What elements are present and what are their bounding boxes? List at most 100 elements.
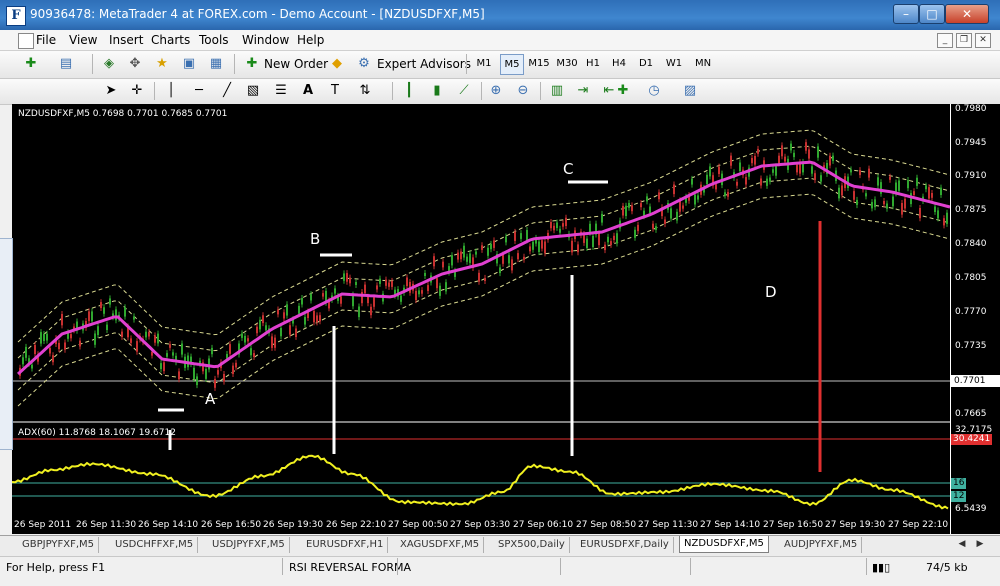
minimize-button[interactable]: – [893, 4, 919, 24]
tab-gbpjpyfxf-m5[interactable]: GBPJPYFXF,M5 [18, 537, 100, 553]
mdi-restore-icon[interactable]: ❐ [956, 33, 972, 48]
candle-body [931, 193, 933, 198]
candle-body [652, 223, 654, 229]
candle-body [166, 353, 168, 357]
line-chart-icon[interactable]: ⟋ [455, 82, 473, 100]
terminal-icon[interactable]: ▣ [180, 55, 198, 73]
vertical-line-icon[interactable]: │ [162, 82, 180, 100]
new-order-icon[interactable]: ✚ [243, 55, 261, 73]
close-button[interactable]: ✕ [945, 4, 989, 24]
candle-body [715, 184, 717, 190]
tab-scroll-left-icon[interactable]: ◀ [956, 537, 968, 551]
menu-file[interactable]: File [36, 33, 56, 47]
equidistant-channel-icon[interactable]: ▧ [244, 82, 262, 100]
annotation-b: B [310, 230, 321, 248]
candle-body [892, 196, 894, 207]
auto-scroll-icon[interactable]: ⇥ [574, 82, 592, 100]
fibonacci-icon[interactable]: ☰ [272, 82, 290, 100]
market-watch-icon[interactable]: ◈ [100, 55, 118, 73]
timeframe-h1[interactable]: H1 [584, 54, 602, 73]
connection-icon: ▮▮▯ [872, 561, 891, 574]
menu-insert[interactable]: Insert [109, 33, 143, 47]
templates-icon[interactable]: ▨ [681, 82, 699, 100]
candle-body [172, 352, 174, 356]
candle-body [364, 284, 366, 294]
candle-body [208, 358, 210, 370]
candle-body [313, 311, 315, 323]
zoom-out-icon[interactable]: ⊖ [514, 82, 532, 100]
profiles-icon[interactable]: ▤ [57, 55, 75, 73]
candle-body [250, 348, 252, 356]
tab-xagusdfxf-m5[interactable]: XAGUSDFXF,M5 [396, 537, 485, 553]
candle-body [805, 142, 807, 151]
status-divider [690, 558, 691, 575]
menu-view[interactable]: View [69, 33, 97, 47]
candle-body [31, 364, 33, 369]
tab-spx500-daily[interactable]: SPX500,Daily [494, 537, 570, 553]
navigator-icon[interactable]: ★ [153, 55, 171, 73]
crosshair-icon[interactable]: ✛ [128, 82, 146, 100]
indicators-icon[interactable]: ✚ [614, 82, 632, 100]
timeframe-h4[interactable]: H4 [610, 54, 628, 73]
warning-icon[interactable]: ◆ [328, 55, 346, 73]
text-icon[interactable]: A [299, 82, 317, 100]
timeframe-m1[interactable]: M1 [474, 54, 494, 73]
tab-usdjpyfxf-m5[interactable]: USDJPYFXF,M5 [208, 537, 290, 553]
mdi-close-icon[interactable]: ✕ [975, 33, 991, 48]
candle-body [163, 362, 165, 372]
candle-body [901, 203, 903, 215]
tab-scroll-right-icon[interactable]: ▶ [974, 537, 986, 551]
menu-charts[interactable]: Charts [151, 33, 190, 47]
expert-advisors-button[interactable]: Expert Advisors [377, 57, 471, 71]
data-window-icon[interactable]: ✥ [126, 55, 144, 73]
annotation-d: D [765, 283, 777, 301]
cursor-icon[interactable]: ➤ [102, 82, 120, 100]
bar-chart-icon[interactable]: ┃ [400, 82, 418, 100]
candle-body [850, 169, 852, 173]
candle-body [46, 333, 48, 341]
candle-body [664, 219, 666, 224]
menu-window[interactable]: Window [242, 33, 289, 47]
chart-canvas[interactable] [11, 104, 1000, 534]
candlestick-icon[interactable]: ▮ [428, 82, 446, 100]
new-chart-icon[interactable]: ✚ [22, 55, 40, 73]
annotation-a: A [205, 390, 216, 408]
expert-advisors-icon[interactable]: ⚙ [355, 55, 373, 73]
mdi-minimize-icon[interactable]: _ [937, 33, 953, 48]
chart-document-icon[interactable] [18, 33, 34, 49]
timeframe-w1[interactable]: W1 [664, 54, 684, 73]
tab-eurusdfxf-h1[interactable]: EURUSDFXF,H1 [302, 537, 389, 553]
new-order-button[interactable]: New Order [264, 57, 328, 71]
candle-body [592, 235, 594, 248]
toolbar-separator [92, 54, 93, 74]
horizontal-line-icon[interactable]: ─ [190, 82, 208, 100]
tab-usdchffxf-m5[interactable]: USDCHFFXF,M5 [111, 537, 199, 553]
arrows-dropdown-icon[interactable]: ⇅ [356, 82, 374, 100]
timeframe-m30[interactable]: M30 [556, 54, 578, 73]
trendline-icon[interactable]: ╱ [218, 82, 236, 100]
menu-tools[interactable]: Tools [199, 33, 229, 47]
periods-icon[interactable]: ◷ [645, 82, 663, 100]
candle-body [388, 282, 390, 287]
timeframe-m15[interactable]: M15 [528, 54, 550, 73]
timeframe-d1[interactable]: D1 [637, 54, 655, 73]
time-label: 27 Sep 16:50 [763, 520, 824, 530]
zoom-in-icon[interactable]: ⊕ [487, 82, 505, 100]
menu-help[interactable]: Help [297, 33, 324, 47]
candle-body [49, 348, 51, 354]
candle-body [457, 252, 459, 260]
tile-windows-icon[interactable]: ▥ [548, 82, 566, 100]
candle-body [352, 294, 354, 307]
chart-area[interactable] [11, 104, 1000, 534]
text-label-icon[interactable]: T [326, 82, 344, 100]
toolbar-separator [154, 82, 155, 100]
tab-audjpyfxf-m5[interactable]: AUDJPYFXF,M5 [780, 537, 863, 553]
navigator-panel-edge[interactable] [0, 238, 13, 450]
maximize-button[interactable]: □ [919, 4, 945, 24]
timeframe-m5[interactable]: M5 [500, 54, 524, 75]
strategy-tester-icon[interactable]: ▦ [207, 55, 225, 73]
tab-eurusdfxf-daily[interactable]: EURUSDFXF,Daily [576, 537, 674, 553]
price-label: 0.7980 [955, 104, 987, 114]
tab-nzdusdfxf-m5[interactable]: NZDUSDFXF,M5 [679, 536, 769, 553]
timeframe-mn[interactable]: MN [692, 54, 714, 73]
